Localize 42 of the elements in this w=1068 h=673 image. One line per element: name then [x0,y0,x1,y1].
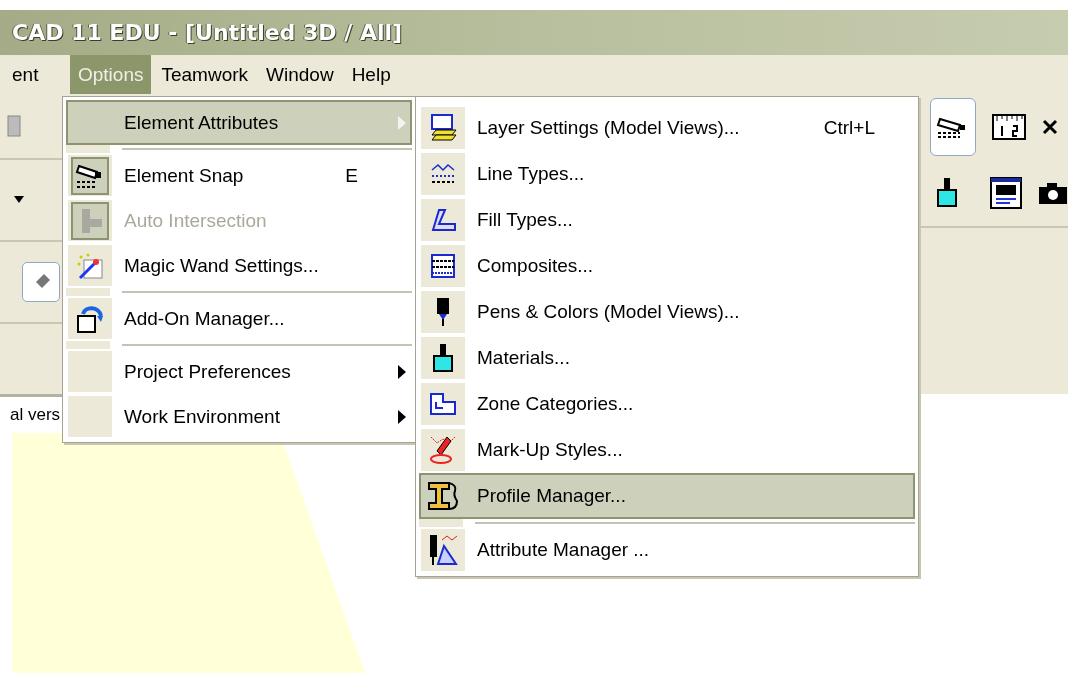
menu-item[interactable]: Attribute Manager ... [419,527,915,573]
menu-item[interactable]: Work Environment [66,394,412,439]
menu-item[interactable]: Project Preferences [66,349,412,394]
layers-icon [429,114,457,142]
window-photo-icon[interactable] [990,177,1022,210]
menu-item[interactable]: Zone Categories... [419,381,915,427]
snap-tool-button[interactable] [930,98,976,157]
magic-wand-icon [76,251,104,280]
menu-item[interactable]: Composites... [419,243,915,289]
line-pattern-icon [429,162,457,186]
menu-item[interactable]: Line Types... [419,151,915,197]
menu-bar-item[interactable]: ent [12,55,70,95]
layered-wall-icon [430,253,456,279]
menu-bar-item[interactable]: Help [343,55,399,95]
menu-item[interactable]: Pens & Colors (Model Views)... [419,289,915,335]
menu-item[interactable]: Element Attributes [66,100,412,145]
pen-hatch-icon [428,534,458,566]
beam-profile-icon [427,481,459,511]
menu-item[interactable]: Element Snap E [66,153,412,198]
menu-item[interactable]: Mark-Up Styles... [419,427,915,473]
camera-icon[interactable] [1038,180,1068,207]
menu-item[interactable]: Profile Manager... [419,473,915,519]
menu-bar-item[interactable]: Teamwork [153,55,257,95]
menu-item[interactable]: Fill Types... [419,197,915,243]
dropdown-arrow-icon[interactable] [14,196,24,205]
cross-icon[interactable] [1042,119,1058,136]
menu-bar-item[interactable]: Window [258,55,342,95]
menu-item[interactable]: Layer Settings (Model Views)... Ctrl+L [419,105,915,151]
ruler-icon[interactable] [992,114,1026,141]
puzzle-arrow-icon [75,303,105,334]
pencil-mark-icon [429,435,457,465]
tool-button[interactable] [22,262,60,303]
menu-item[interactable]: Magic Wand Settings... [66,243,412,288]
menu-item[interactable]: Materials... [419,335,915,381]
paintbrush-icon [431,343,455,373]
window-title: CAD 11 EDU - [Untitled 3D / All] [12,19,403,45]
zone-icon [429,392,457,416]
menu-item[interactable]: Add-On Manager... [66,296,412,341]
pen-icon [435,297,451,327]
hatch-fill-icon [429,208,457,232]
paintbrush-icon[interactable] [936,177,958,210]
status-text: al vers [10,404,61,425]
